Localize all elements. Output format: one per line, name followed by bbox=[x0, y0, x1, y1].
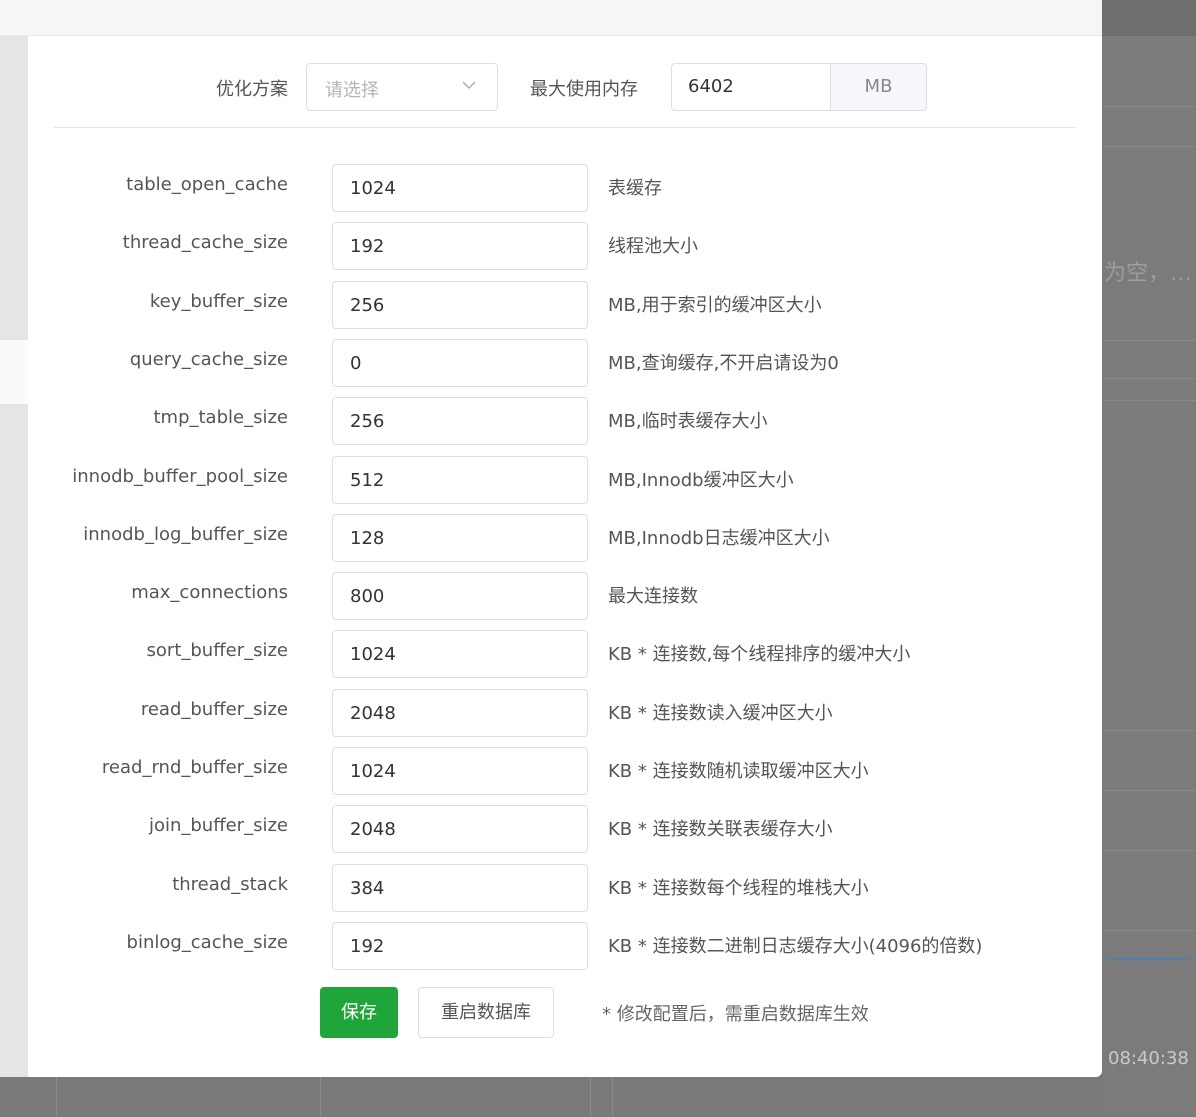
background-truncated-text: 为空，… bbox=[1104, 261, 1193, 286]
param-name: query_cache_size bbox=[129, 349, 288, 370]
memory-label: 最大使用内存 bbox=[530, 79, 638, 100]
param-value: 0 bbox=[350, 353, 362, 374]
param-name: read_rnd_buffer_size bbox=[101, 757, 288, 778]
param-name: sort_buffer_size bbox=[146, 640, 288, 661]
background-right-panel bbox=[1102, 0, 1196, 1117]
optimization-toolbar: 优化方案 请选择 最大使用内存 6402 MB bbox=[28, 36, 1102, 128]
plan-select-placeholder: 请选择 bbox=[325, 80, 379, 101]
restart-note: * 修改配置后，需重启数据库生效 bbox=[602, 1004, 869, 1025]
param-input[interactable]: 1024 bbox=[332, 164, 588, 212]
max-memory-input[interactable]: 6402 bbox=[671, 63, 831, 111]
param-value: 256 bbox=[350, 411, 385, 432]
param-row: join_buffer_size 2048 KB * 连接数关联表缓存大小 bbox=[28, 805, 1102, 853]
param-value: 1024 bbox=[350, 761, 396, 782]
background-left-tab bbox=[0, 340, 28, 404]
dialog-header bbox=[0, 0, 1102, 36]
param-description: 最大连接数 bbox=[608, 586, 698, 607]
param-row: innodb_buffer_pool_size 512 MB,Innodb缓冲区大小 bbox=[28, 456, 1102, 504]
param-description: MB,查询缓存,不开启请设为0 bbox=[608, 353, 839, 374]
param-row: tmp_table_size 256 MB,临时表缓存大小 bbox=[28, 397, 1102, 445]
param-name: table_open_cache bbox=[126, 174, 288, 195]
param-value: 128 bbox=[350, 528, 385, 549]
mysql-performance-dialog: 优化方案 请选择 最大使用内存 6402 MB table_open_cache… bbox=[28, 36, 1102, 1077]
param-name: binlog_cache_size bbox=[126, 932, 288, 953]
param-value: 1024 bbox=[350, 178, 396, 199]
param-input[interactable]: 0 bbox=[332, 339, 588, 387]
plan-label: 优化方案 bbox=[216, 79, 288, 100]
param-row: key_buffer_size 256 MB,用于索引的缓冲区大小 bbox=[28, 281, 1102, 329]
background-chart-time: 08:40:38 bbox=[1108, 1048, 1189, 1069]
param-description: 表缓存 bbox=[608, 178, 662, 199]
param-description: KB * 连接数每个线程的堆栈大小 bbox=[608, 878, 869, 899]
param-description: KB * 连接数,每个线程排序的缓冲大小 bbox=[608, 644, 911, 665]
param-row: thread_stack 384 KB * 连接数每个线程的堆栈大小 bbox=[28, 864, 1102, 912]
plan-select[interactable]: 请选择 bbox=[306, 63, 498, 111]
param-description: MB,用于索引的缓冲区大小 bbox=[608, 295, 822, 316]
background-left-panel bbox=[0, 36, 28, 1077]
param-value: 384 bbox=[350, 878, 385, 899]
param-input[interactable]: 256 bbox=[332, 281, 588, 329]
param-description: MB,临时表缓存大小 bbox=[608, 411, 768, 432]
param-input[interactable]: 256 bbox=[332, 397, 588, 445]
param-input[interactable]: 192 bbox=[332, 222, 588, 270]
param-input[interactable]: 128 bbox=[332, 514, 588, 562]
divider bbox=[54, 127, 1076, 128]
param-row: table_open_cache 1024 表缓存 bbox=[28, 164, 1102, 212]
param-row: binlog_cache_size 192 KB * 连接数二进制日志缓存大小(40… bbox=[28, 922, 1102, 970]
background-header bbox=[1102, 0, 1196, 36]
param-description: KB * 连接数随机读取缓冲区大小 bbox=[608, 761, 869, 782]
param-input[interactable]: 512 bbox=[332, 456, 588, 504]
param-description: MB,Innodb日志缓冲区大小 bbox=[608, 528, 830, 549]
param-description: KB * 连接数读入缓冲区大小 bbox=[608, 703, 833, 724]
memory-unit: MB bbox=[830, 63, 927, 111]
param-row: read_rnd_buffer_size 1024 KB * 连接数随机读取缓冲区大… bbox=[28, 747, 1102, 795]
param-row: innodb_log_buffer_size 128 MB,Innodb日志缓冲区大… bbox=[28, 514, 1102, 562]
param-name: key_buffer_size bbox=[149, 291, 288, 312]
param-row: thread_cache_size 192 线程池大小 bbox=[28, 222, 1102, 270]
param-row: read_buffer_size 2048 KB * 连接数读入缓冲区大小 bbox=[28, 689, 1102, 737]
param-value: 800 bbox=[350, 586, 385, 607]
max-memory-value: 6402 bbox=[688, 76, 734, 97]
param-input[interactable]: 384 bbox=[332, 864, 588, 912]
param-row: query_cache_size 0 MB,查询缓存,不开启请设为0 bbox=[28, 339, 1102, 387]
save-button[interactable]: 保存 bbox=[320, 987, 398, 1038]
param-name: max_connections bbox=[131, 582, 288, 603]
param-input[interactable]: 1024 bbox=[332, 630, 588, 678]
param-description: MB,Innodb缓冲区大小 bbox=[608, 470, 794, 491]
param-description: KB * 连接数二进制日志缓存大小(4096的倍数) bbox=[608, 936, 983, 957]
param-input[interactable]: 800 bbox=[332, 572, 588, 620]
chevron-down-icon bbox=[462, 81, 476, 90]
param-description: KB * 连接数关联表缓存大小 bbox=[608, 819, 833, 840]
param-input[interactable]: 2048 bbox=[332, 805, 588, 853]
param-row: sort_buffer_size 1024 KB * 连接数,每个线程排序的缓冲大小 bbox=[28, 630, 1102, 678]
param-description: 线程池大小 bbox=[608, 236, 698, 257]
background-chart-line bbox=[1102, 958, 1196, 964]
param-value: 2048 bbox=[350, 819, 396, 840]
param-value: 512 bbox=[350, 470, 385, 491]
param-value: 1024 bbox=[350, 644, 396, 665]
param-name: join_buffer_size bbox=[148, 815, 288, 836]
param-value: 192 bbox=[350, 236, 385, 257]
background-bottom bbox=[0, 1077, 1102, 1117]
param-name: thread_stack bbox=[172, 874, 288, 895]
param-input[interactable]: 192 bbox=[332, 922, 588, 970]
param-input[interactable]: 1024 bbox=[332, 747, 588, 795]
param-value: 256 bbox=[350, 295, 385, 316]
param-name: tmp_table_size bbox=[153, 407, 288, 428]
restart-database-button[interactable]: 重启数据库 bbox=[418, 987, 554, 1038]
param-name: thread_cache_size bbox=[122, 232, 288, 253]
param-value: 2048 bbox=[350, 703, 396, 724]
param-value: 192 bbox=[350, 936, 385, 957]
param-name: innodb_log_buffer_size bbox=[83, 524, 288, 545]
param-input[interactable]: 2048 bbox=[332, 689, 588, 737]
param-name: read_buffer_size bbox=[140, 699, 288, 720]
param-row: max_connections 800 最大连接数 bbox=[28, 572, 1102, 620]
param-name: innodb_buffer_pool_size bbox=[72, 466, 288, 487]
